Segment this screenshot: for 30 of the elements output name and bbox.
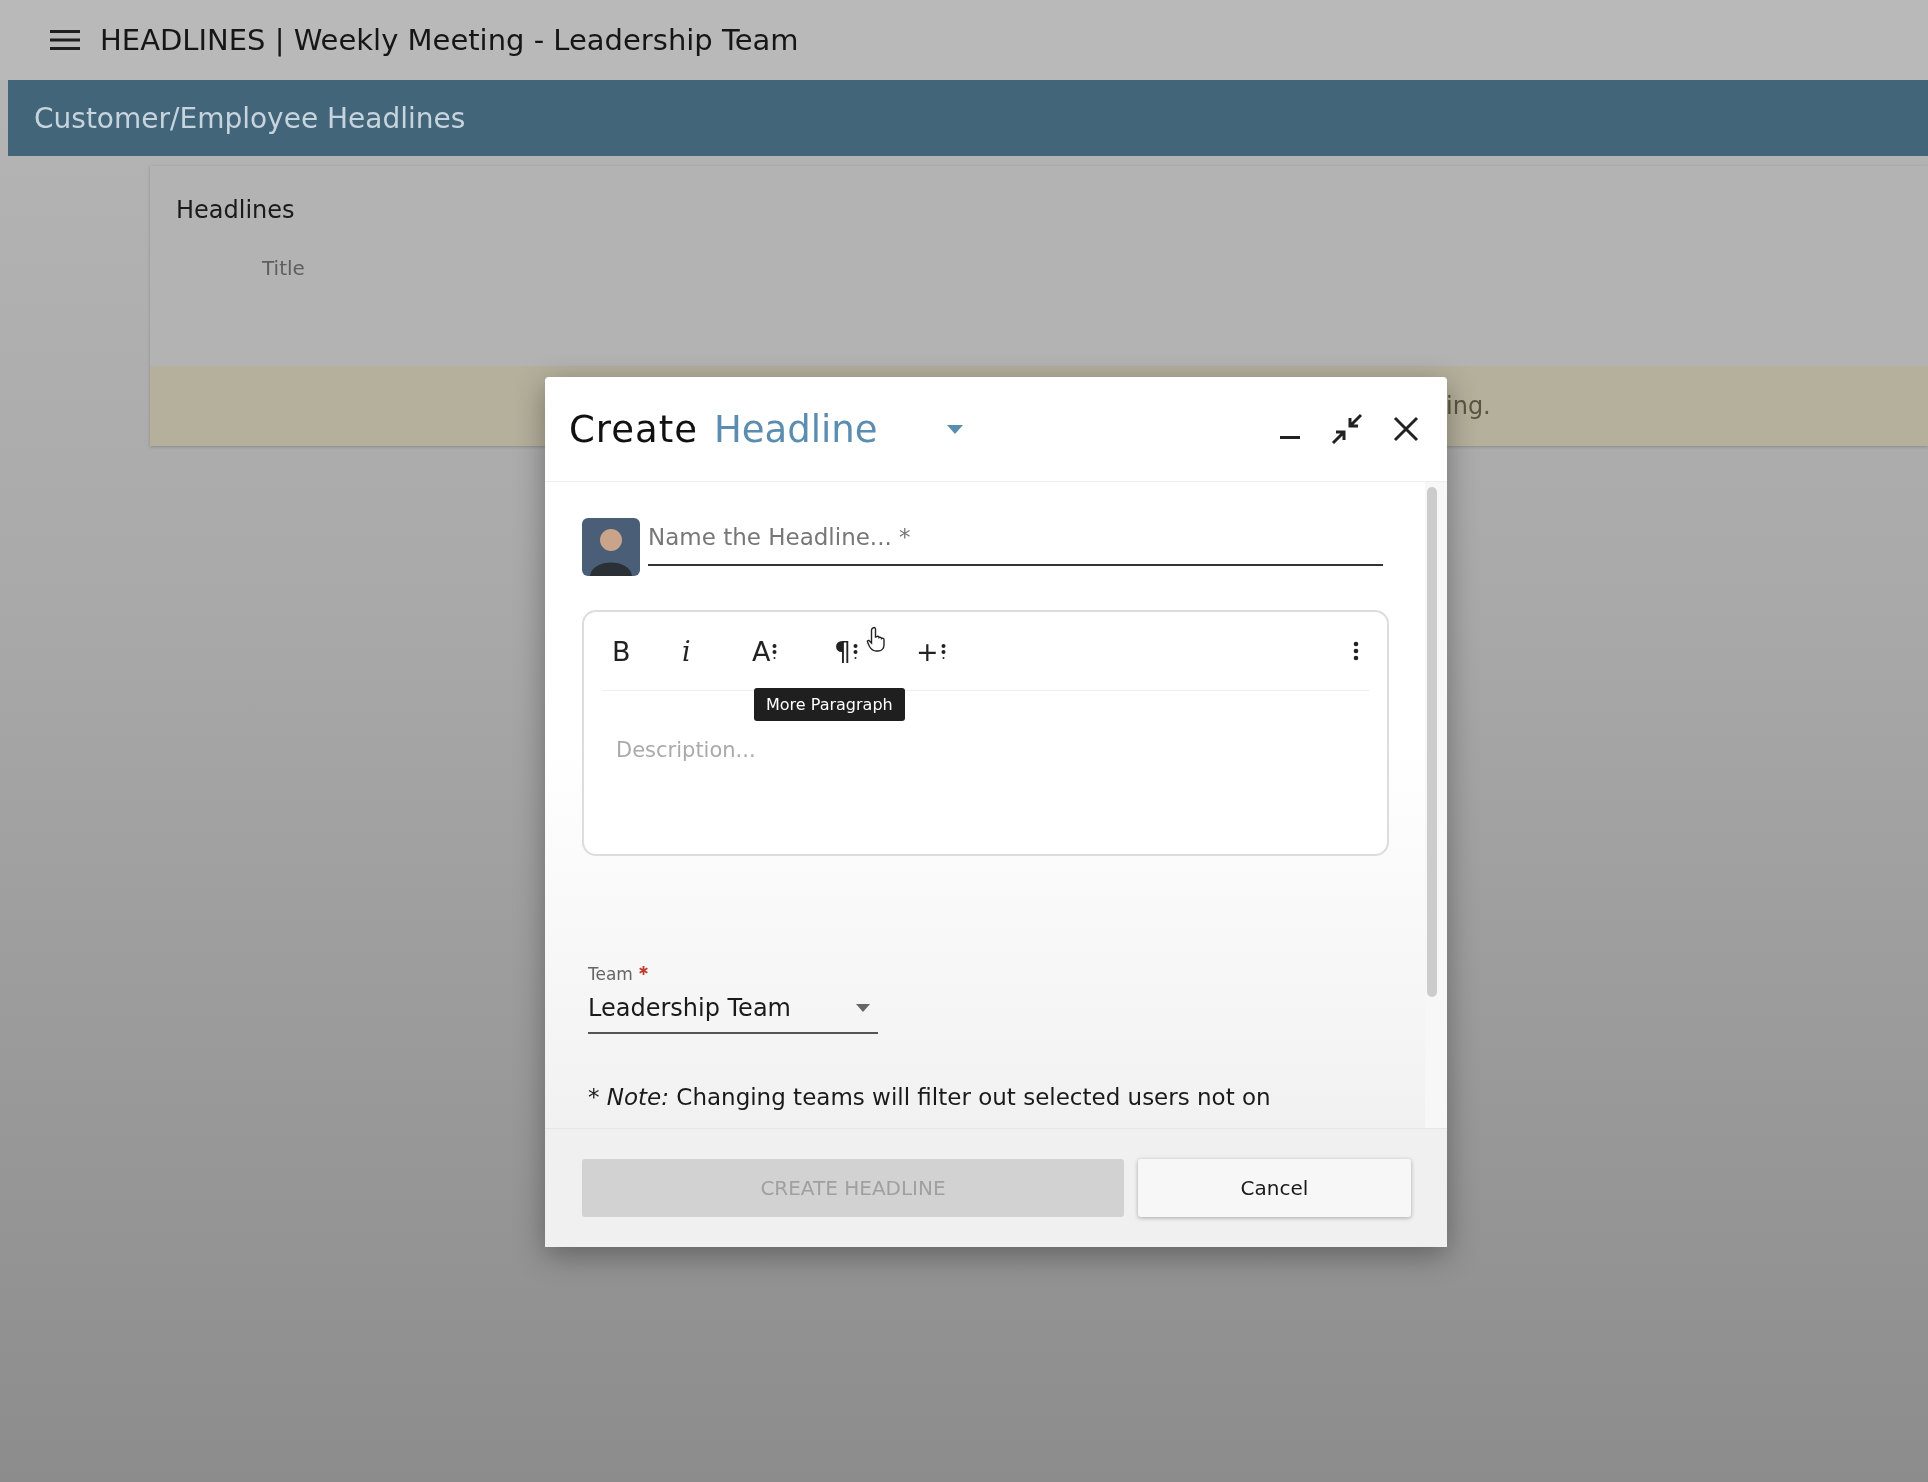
- note-text: *Note: Changing teams will filter out selected users not on: [588, 1084, 1272, 1110]
- notice-text: ing.: [1446, 392, 1491, 420]
- section-title: Customer/Employee Headlines: [34, 101, 466, 135]
- description-field[interactable]: Description...: [614, 737, 1387, 763]
- pointer-cursor-icon: [866, 625, 888, 652]
- format-menu-button[interactable]: +: [906, 629, 978, 673]
- format-menu-button[interactable]: A: [742, 629, 814, 673]
- menu-icon[interactable]: [50, 29, 80, 51]
- dialog-title: Create: [569, 407, 698, 451]
- close-icon[interactable]: [1393, 416, 1419, 442]
- tooltip: More Paragraph: [754, 687, 905, 721]
- column-header: Title: [261, 256, 306, 280]
- caret-icon: [856, 1004, 870, 1012]
- app-title: HEADLINES | Weekly Meeting - Leadership Team: [100, 23, 799, 57]
- type-dropdown[interactable]: Headline: [697, 407, 964, 451]
- dots-icon: [772, 643, 778, 659]
- dots-icon: [940, 643, 946, 659]
- avatar: [582, 518, 640, 576]
- format-menu-button[interactable]: ¶: [824, 629, 896, 673]
- card-title: Headlines: [176, 196, 296, 224]
- dots-icon: [853, 643, 859, 659]
- team-label: Team: [588, 964, 633, 984]
- bold-button[interactable]: B: [602, 629, 662, 673]
- caret-icon: [947, 424, 964, 434]
- more-icon: [1353, 641, 1359, 661]
- cancel-button[interactable]: Cancel: [1138, 1159, 1411, 1217]
- italic-button[interactable]: i: [672, 629, 732, 673]
- collapse-icon[interactable]: [1331, 413, 1363, 445]
- team-select[interactable]: Leadership Team: [588, 984, 878, 1034]
- headline-name-field[interactable]: Name the Headline... *: [648, 518, 1383, 566]
